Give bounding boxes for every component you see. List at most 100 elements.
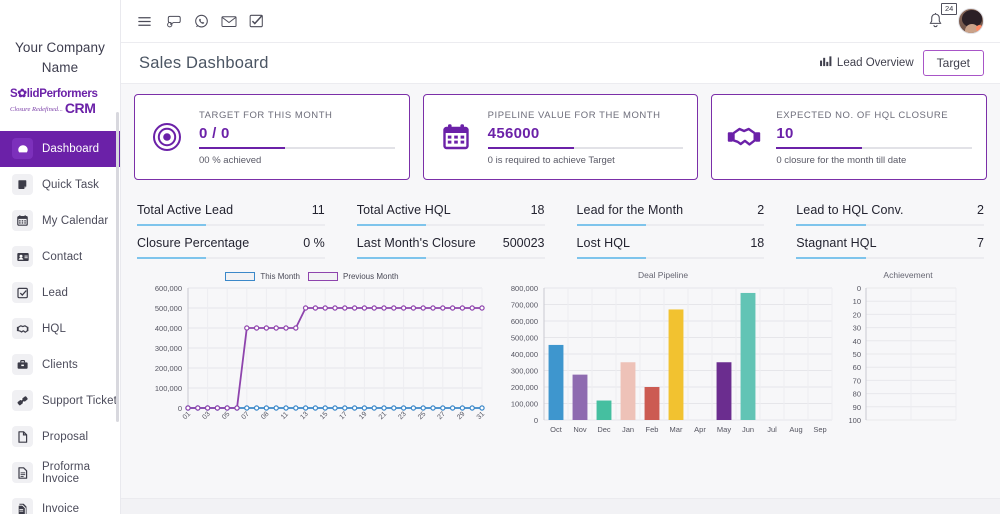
svg-text:50: 50 — [853, 350, 861, 359]
svg-text:20: 20 — [853, 310, 861, 319]
sidebar-item-support-ticket[interactable]: Support Ticket — [0, 383, 120, 419]
svg-text:70: 70 — [853, 376, 861, 385]
stat-underline — [796, 257, 984, 259]
svg-text:Nov: Nov — [573, 425, 587, 434]
sidebar-item-lead[interactable]: Lead — [0, 275, 120, 311]
handshake-icon — [726, 124, 762, 150]
kpi-card-list: TARGET FOR THIS MONTH 0 / 0 00 % achieved P… — [134, 94, 988, 180]
svg-text:Jun: Jun — [742, 425, 754, 434]
sidebar-item-label: Support Ticket — [42, 394, 117, 407]
svg-text:07: 07 — [241, 411, 252, 422]
kpi-subtext: 0 is required to achieve Target — [487, 154, 615, 166]
kpi-subtext: 0 closure for the month till date — [776, 154, 907, 166]
mail-icon[interactable] — [221, 15, 237, 28]
sidebar-item-proforma-invoice[interactable]: Proforma Invoice — [0, 455, 120, 491]
svg-text:80: 80 — [853, 390, 861, 399]
bar-chart-canvas[interactable]: 0 100,000 200,000 300,000 400,000 500,000 600,… — [488, 282, 838, 442]
charts-row: This Month Previous Month 0 100,000 200,000… — [134, 270, 987, 442]
achievement-chart: Achievement 100 90 80 70 60 50 40 30 20 10 0 — [838, 270, 978, 442]
stat-value: 2 — [757, 203, 765, 217]
sidebar-item-label: Dashboard — [42, 142, 100, 155]
stat-label: Total Active Lead — [137, 203, 234, 217]
stat-grid: Total Active Lead 11 Total Active HQL 18 Lea… — [134, 193, 987, 259]
kpi-subtext: 00 % achieved — [199, 154, 262, 166]
avatar[interactable] — [958, 8, 984, 34]
svg-text:Apr: Apr — [694, 425, 706, 434]
lead-overview-button[interactable]: Lead Overview — [811, 51, 923, 75]
achievement-chart-canvas[interactable]: 1009080706050403020100 — [838, 282, 978, 442]
target-button[interactable]: Target — [922, 50, 984, 76]
stat-value: 500023 — [502, 236, 545, 250]
svg-text:400,000: 400,000 — [155, 324, 182, 333]
invoice-filled-icon — [12, 498, 33, 514]
svg-text:800,000: 800,000 — [511, 284, 538, 293]
bell-icon[interactable] — [927, 12, 944, 30]
sidebar-scrollbar[interactable] — [116, 112, 119, 422]
kpi-label: EXPECTED NO. OF HQL CLOSURE — [776, 110, 949, 122]
stat-card: Last Month's Closure 500023 — [356, 226, 545, 259]
svg-text:300,000: 300,000 — [511, 367, 538, 376]
svg-text:01: 01 — [182, 411, 193, 422]
hamburger-icon[interactable] — [137, 14, 152, 29]
svg-text:05: 05 — [221, 411, 232, 422]
calendar-icon — [12, 210, 33, 232]
logo-tagline: Closure Redefined... — [10, 106, 63, 114]
kpi-value: 0 / 0 — [199, 125, 230, 143]
svg-text:0: 0 — [178, 404, 182, 413]
sidebar-item-dashboard[interactable]: Dashboard — [0, 130, 120, 167]
legend-item[interactable]: This Month — [225, 271, 300, 281]
sidebar-item-quick-task[interactable]: Quick Task — [0, 167, 120, 203]
svg-text:Jul: Jul — [767, 425, 777, 434]
svg-text:500,000: 500,000 — [511, 334, 538, 343]
svg-text:23: 23 — [397, 411, 408, 422]
document-icon — [12, 426, 33, 448]
kpi-value: 10 — [776, 125, 794, 143]
briefcase-icon — [12, 354, 33, 376]
stat-value: 18 — [750, 236, 765, 250]
sidebar: Your Company Name S✿lidPerformers Closur… — [0, 0, 121, 514]
svg-text:Jan: Jan — [622, 425, 634, 434]
contact-card-icon — [12, 246, 33, 268]
logo-brand-text: S✿lidPerformers — [10, 88, 98, 101]
notification-area[interactable]: 24 — [927, 3, 958, 30]
dashboard-content: TARGET FOR THIS MONTH 0 / 0 00 % achieved P… — [121, 84, 1000, 514]
kpi-value: 456000 — [487, 125, 540, 143]
stat-underline — [356, 224, 545, 226]
sidebar-item-label: Invoice — [42, 502, 80, 514]
svg-text:Sep: Sep — [813, 425, 826, 434]
stat-label: Total Active HQL — [356, 203, 451, 217]
app-logo: S✿lidPerformers Closure Redefined... CRM — [0, 77, 120, 125]
svg-text:Feb: Feb — [646, 425, 659, 434]
task-check-icon[interactable] — [249, 14, 264, 28]
kpi-card: EXPECTED NO. OF HQL CLOSURE 10 0 closure f… — [711, 94, 988, 180]
kpi-label: TARGET FOR THIS MONTH — [199, 110, 333, 122]
stat-underline — [137, 224, 325, 226]
svg-text:100,000: 100,000 — [511, 400, 538, 409]
sidebar-item-hql[interactable]: HQL — [0, 311, 120, 347]
sidebar-item-proposal[interactable]: Proposal — [0, 419, 120, 455]
legend-swatch — [225, 271, 256, 281]
svg-text:200,000: 200,000 — [511, 383, 538, 392]
stat-card: Lead to HQL Conv. 2 — [796, 193, 984, 226]
sidebar-item-invoice[interactable]: Invoice — [0, 491, 120, 514]
kpi-card: TARGET FOR THIS MONTH 0 / 0 00 % achieved — [134, 94, 410, 180]
sidebar-item-contact[interactable]: Contact — [0, 239, 120, 275]
invoice-icon — [12, 462, 33, 484]
svg-text:40: 40 — [853, 337, 861, 346]
company-name: Your Company Name — [14, 40, 105, 75]
sidebar-item-my-calendar[interactable]: My Calendar — [0, 203, 120, 239]
svg-text:200,000: 200,000 — [155, 364, 182, 373]
sidebar-item-clients[interactable]: Clients — [0, 347, 120, 383]
stat-card: Total Active HQL 18 — [356, 193, 545, 226]
svg-text:25: 25 — [417, 411, 428, 422]
whatsapp-icon[interactable] — [194, 14, 209, 29]
topbar: 24 — [121, 0, 1000, 43]
sidebar-item-label: Contact — [42, 250, 83, 263]
line-chart-canvas[interactable]: 0 100,000 200,000 300,000 400,000 500,000 600,… — [136, 282, 488, 442]
page-title: Sales Dashboard — [139, 53, 269, 72]
monthly-comparison-chart: This Month Previous Month 0 100,000 200,000… — [136, 270, 488, 442]
calendar-icon — [438, 122, 474, 152]
chat-icon[interactable] — [166, 14, 182, 29]
kpi-progress-bar — [487, 147, 684, 149]
legend-item[interactable]: Previous Month — [307, 271, 399, 281]
